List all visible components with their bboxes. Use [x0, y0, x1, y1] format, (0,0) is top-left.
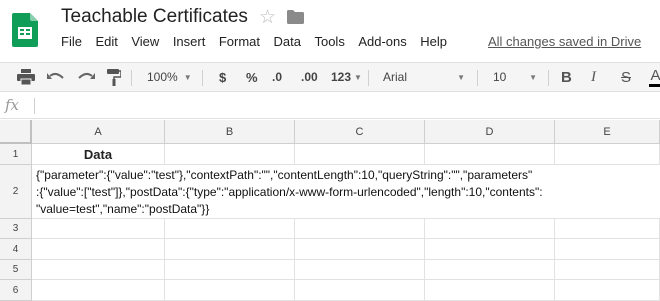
cell-e1[interactable]: [555, 144, 660, 165]
cell-e3[interactable]: [555, 219, 660, 239]
cell-c4[interactable]: [295, 239, 425, 260]
cell-b1[interactable]: [165, 144, 295, 165]
bold-button[interactable]: B: [561, 63, 572, 91]
folder-icon[interactable]: [287, 10, 304, 24]
undo-icon: [47, 72, 64, 79]
cell-e4[interactable]: [555, 239, 660, 260]
cell-a6[interactable]: [32, 280, 165, 301]
italic-button[interactable]: I: [591, 63, 596, 91]
increase-decimals-label: .00: [301, 70, 318, 84]
formula-input[interactable]: [40, 93, 660, 118]
text-color-label: A: [650, 66, 660, 84]
cell-c1[interactable]: [295, 144, 425, 165]
more-formats-button[interactable]: 123 ▼: [331, 63, 362, 91]
menu-add-ons[interactable]: Add-ons: [358, 34, 406, 49]
cell-a3[interactable]: [32, 219, 165, 239]
title-bar: Teachable Certificates ☆ File Edit View …: [0, 0, 660, 58]
font-family-select[interactable]: Arial ▼: [383, 63, 465, 91]
menu-tools[interactable]: Tools: [314, 34, 344, 49]
menu-data[interactable]: Data: [274, 34, 301, 49]
cell-c3[interactable]: [295, 219, 425, 239]
formula-bar: fx: [0, 93, 660, 119]
column-header-b[interactable]: B: [165, 120, 295, 144]
paint-format-icon: [107, 68, 121, 86]
sheets-logo-icon[interactable]: [12, 13, 38, 47]
chevron-down-icon: ▼: [183, 72, 192, 82]
menu-bar: File Edit View Insert Format Data Tools …: [61, 34, 461, 49]
cell-e5[interactable]: [555, 260, 660, 280]
row-header-2[interactable]: 2: [0, 165, 32, 219]
spreadsheet-grid: A B C D E 1 2 3 4 5 6 Data {"parameter":…: [0, 120, 660, 301]
cell-e6[interactable]: [555, 280, 660, 301]
cell-b6[interactable]: [165, 280, 295, 301]
font-size-select[interactable]: 10 ▼: [493, 63, 537, 91]
cell-d1[interactable]: [425, 144, 555, 165]
zoom-value: 100%: [147, 70, 178, 84]
cell-d6[interactable]: [425, 280, 555, 301]
text-color-button[interactable]: A: [649, 63, 660, 91]
select-all-corner[interactable]: [0, 120, 32, 144]
cell-a1[interactable]: Data: [32, 144, 165, 165]
cell-d5[interactable]: [425, 260, 555, 280]
cell-a2[interactable]: {"parameter":{"value":"test"},"contextPa…: [32, 165, 660, 219]
row-header-4[interactable]: 4: [0, 239, 32, 260]
function-icon: fx: [5, 96, 20, 114]
row-header-1[interactable]: 1: [0, 144, 32, 165]
save-status-link[interactable]: All changes saved in Drive: [488, 34, 641, 49]
row-header-5[interactable]: 5: [0, 260, 32, 280]
cell-b4[interactable]: [165, 239, 295, 260]
menu-view[interactable]: View: [131, 34, 159, 49]
increase-decimals-button[interactable]: .00: [301, 63, 318, 91]
column-header-c[interactable]: C: [295, 120, 425, 144]
toolbar: 100% ▼ $ % .0 .00 123 ▼ Arial ▼ 10 ▼ B I…: [0, 62, 660, 92]
cell-b3[interactable]: [165, 219, 295, 239]
menu-file[interactable]: File: [61, 34, 82, 49]
menu-insert[interactable]: Insert: [173, 34, 206, 49]
cell-a5[interactable]: [32, 260, 165, 280]
menu-edit[interactable]: Edit: [95, 34, 117, 49]
currency-format-button[interactable]: $: [219, 63, 226, 91]
chevron-down-icon: ▼: [457, 72, 465, 82]
font-size-value: 10: [493, 70, 507, 84]
paint-format-button[interactable]: [107, 63, 121, 91]
menu-format[interactable]: Format: [219, 34, 260, 49]
cell-a4[interactable]: [32, 239, 165, 260]
menu-help[interactable]: Help: [420, 34, 447, 49]
zoom-select[interactable]: 100% ▼: [147, 63, 192, 91]
print-button[interactable]: [17, 63, 35, 91]
cell-d4[interactable]: [425, 239, 555, 260]
row-header-6[interactable]: 6: [0, 280, 32, 301]
more-formats-label: 123: [331, 70, 352, 84]
redo-button[interactable]: [77, 63, 95, 91]
cell-c5[interactable]: [295, 260, 425, 280]
percent-format-button[interactable]: %: [246, 63, 258, 91]
star-icon[interactable]: ☆: [259, 6, 276, 29]
print-icon: [17, 69, 35, 85]
redo-icon: [78, 72, 95, 79]
undo-button[interactable]: [47, 63, 65, 91]
chevron-down-icon: ▼: [354, 72, 362, 82]
decrease-decimals-label: .0: [272, 70, 283, 84]
cell-c6[interactable]: [295, 280, 425, 301]
cell-b5[interactable]: [165, 260, 295, 280]
column-header-e[interactable]: E: [555, 120, 660, 144]
text-color-swatch: [649, 83, 660, 87]
row-header-3[interactable]: 3: [0, 219, 32, 239]
font-family-value: Arial: [383, 70, 408, 84]
strikethrough-button[interactable]: S: [621, 63, 631, 91]
column-header-d[interactable]: D: [425, 120, 555, 144]
document-title[interactable]: Teachable Certificates: [61, 6, 248, 28]
cell-d3[interactable]: [425, 219, 555, 239]
decrease-decimals-button[interactable]: .0: [272, 63, 282, 91]
column-header-a[interactable]: A: [32, 120, 165, 144]
chevron-down-icon: ▼: [529, 72, 537, 82]
